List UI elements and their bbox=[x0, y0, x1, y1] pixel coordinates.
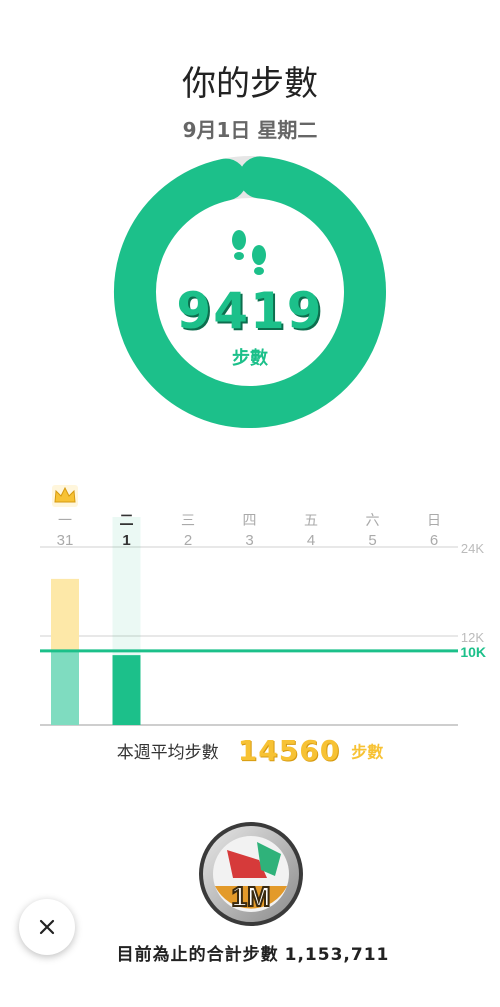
close-icon bbox=[39, 919, 55, 935]
today-steps-value: 9419 bbox=[176, 282, 324, 340]
page-title: 你的步數 bbox=[182, 64, 318, 104]
date-number-label: 6 bbox=[430, 532, 438, 549]
weekday-label: 五 bbox=[304, 513, 318, 529]
weekly-bar-chart: 24K 12K10K 一 31 二 1 三 2 四 3 五 4 六 5 日 6 bbox=[40, 485, 486, 726]
close-button[interactable] bbox=[19, 899, 75, 955]
weekday-label: 日 bbox=[427, 513, 441, 529]
goal-line-label: 10K bbox=[460, 644, 486, 660]
date-number-label: 31 bbox=[57, 532, 74, 549]
date-number-label: 5 bbox=[368, 532, 376, 549]
medal-label: 1M bbox=[232, 881, 271, 912]
bar bbox=[112, 655, 141, 725]
weekly-average-unit: 步數 bbox=[351, 742, 384, 762]
crown-icon bbox=[52, 485, 78, 507]
date-label: 9月1日 星期二 bbox=[182, 118, 318, 142]
shoe-medal-icon[interactable]: 1M bbox=[197, 820, 305, 928]
bar bbox=[51, 650, 79, 725]
weekday-label: 六 bbox=[366, 513, 380, 529]
total-steps-label: 目前為止的合計步數 bbox=[116, 945, 279, 965]
weekly-average: 本週平均步數 14560 步數 bbox=[0, 734, 500, 767]
today-steps-unit: 步數 bbox=[232, 348, 268, 369]
date-number-label: 4 bbox=[307, 532, 315, 549]
date-number-label: 2 bbox=[184, 532, 192, 549]
weekday-label: 一 bbox=[58, 513, 72, 529]
weekly-average-value: 14560 bbox=[237, 734, 341, 767]
footprints-icon bbox=[232, 230, 266, 275]
total-steps: 目前為止的合計步數 1,153,711 bbox=[0, 940, 500, 965]
weekday-label: 四 bbox=[243, 513, 257, 529]
weekday-label: 三 bbox=[181, 513, 195, 529]
bar-above-goal bbox=[51, 578, 79, 651]
weekday-label: 二 bbox=[120, 513, 134, 529]
weekly-average-label: 本週平均步數 bbox=[116, 743, 219, 763]
date-number-label: 1 bbox=[122, 532, 130, 549]
total-steps-value: 1,153,711 bbox=[284, 945, 390, 965]
gridline-label: 24K bbox=[461, 541, 484, 556]
gridline-label: 12K bbox=[461, 630, 484, 645]
date-number-label: 3 bbox=[245, 532, 253, 549]
